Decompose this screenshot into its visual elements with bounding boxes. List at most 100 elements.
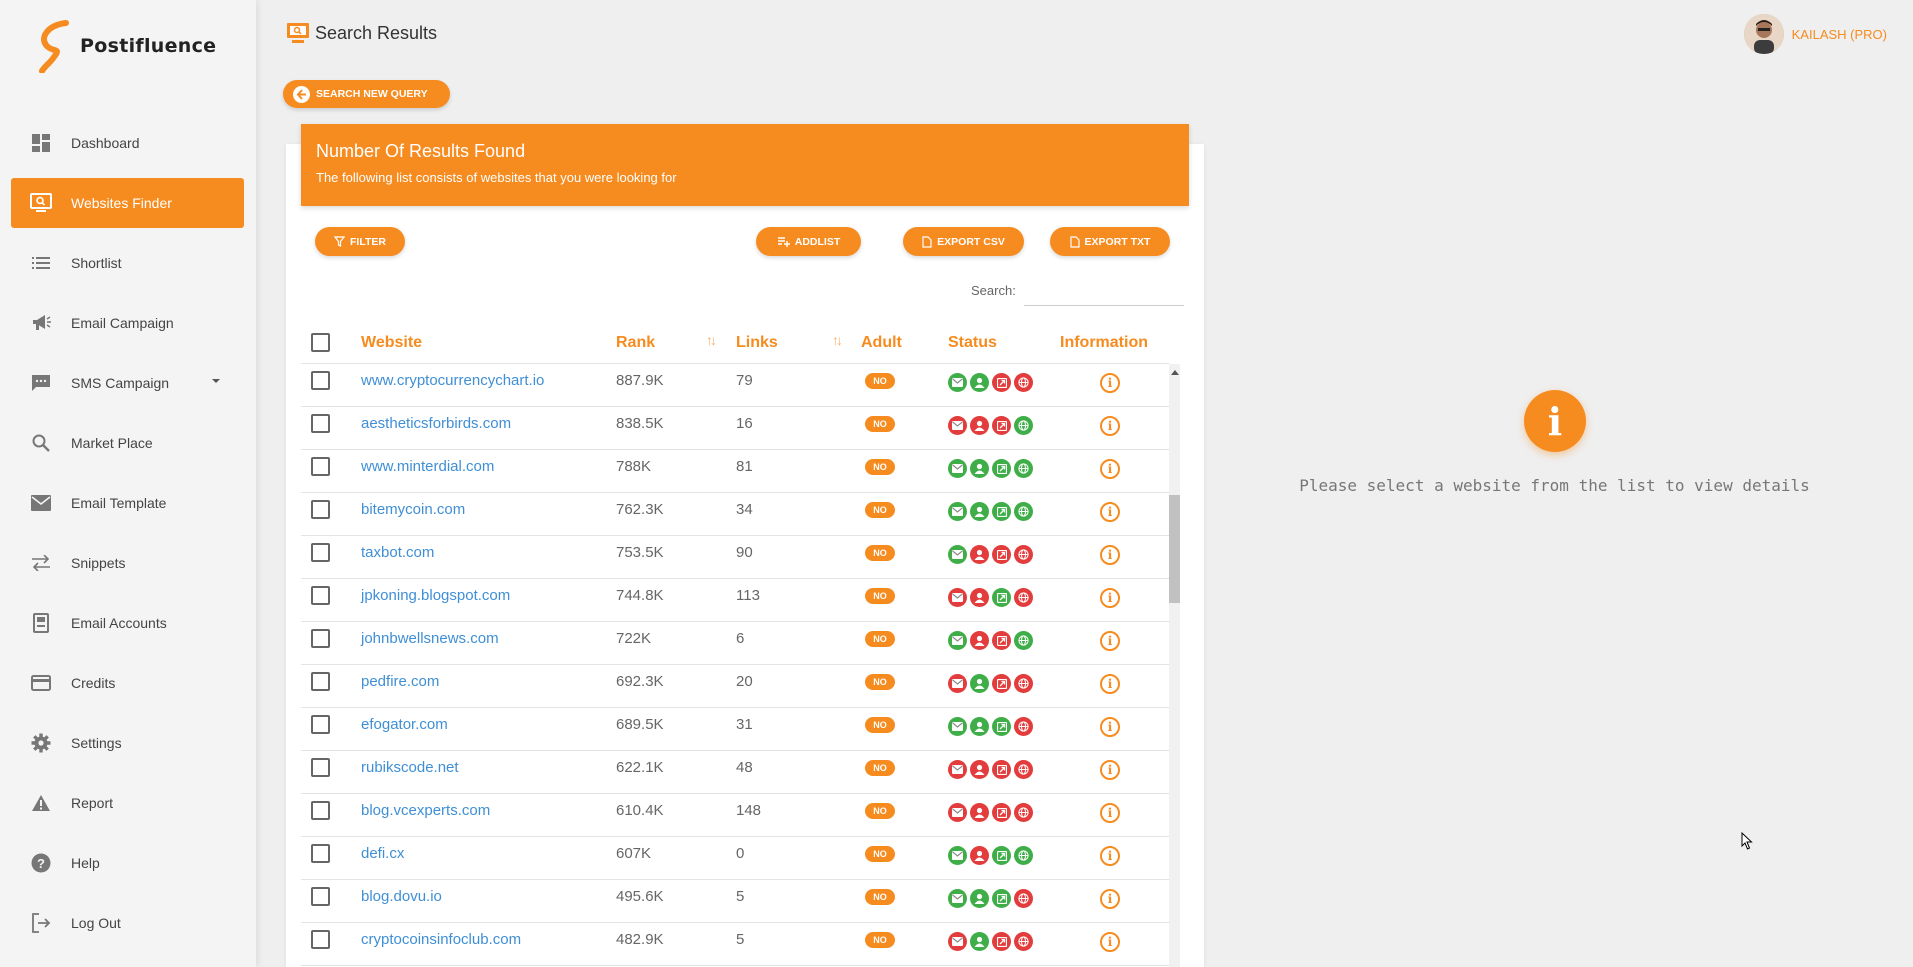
filter-icon — [334, 236, 346, 247]
sidebar-item-settings[interactable]: Settings — [0, 713, 256, 773]
table-row[interactable]: blog.vcexperts.com 610.4K 148 NO i — [301, 794, 1169, 837]
swap-icon — [30, 552, 52, 574]
column-header-links[interactable]: Links — [736, 334, 778, 352]
table-row[interactable]: pedfire.com 692.3K 20 NO i — [301, 665, 1169, 708]
table-row[interactable]: rubikscode.net 622.1K 48 NO i — [301, 751, 1169, 794]
website-link[interactable]: aestheticsforbirds.com — [361, 415, 511, 432]
info-icon[interactable]: i — [1100, 416, 1120, 436]
website-link[interactable]: defi.cx — [361, 845, 404, 862]
email-status-icon — [948, 631, 967, 650]
search-input[interactable] — [1024, 276, 1184, 306]
row-checkbox[interactable] — [311, 543, 330, 562]
table-row[interactable]: www.minterdial.com 788K 81 NO i — [301, 450, 1169, 493]
sidebar-item-email-accounts[interactable]: Email Accounts — [0, 593, 256, 653]
info-icon[interactable]: i — [1100, 760, 1120, 780]
row-checkbox[interactable] — [311, 844, 330, 863]
banner-title: Number Of Results Found — [316, 141, 526, 161]
row-checkbox[interactable] — [311, 801, 330, 820]
sidebar-item-label: SMS Campaign — [71, 375, 170, 391]
website-link[interactable]: jpkoning.blogspot.com — [361, 587, 510, 604]
row-checkbox[interactable] — [311, 371, 330, 390]
website-link[interactable]: bitemycoin.com — [361, 501, 465, 518]
table-row[interactable]: www.cryptocurrencychart.io 887.9K 79 NO i — [301, 364, 1169, 407]
table-row[interactable]: aestheticsforbirds.com 838.5K 16 NO i — [301, 407, 1169, 450]
info-icon[interactable]: i — [1100, 846, 1120, 866]
sidebar-item-shortlist[interactable]: Shortlist — [0, 233, 256, 293]
info-icon[interactable]: i — [1100, 545, 1120, 565]
website-link[interactable]: johnbwellsnews.com — [361, 630, 499, 647]
info-icon[interactable]: i — [1100, 889, 1120, 909]
adult-badge: NO — [865, 932, 895, 948]
email-status-icon — [948, 803, 967, 822]
table-row[interactable]: blog.dovu.io 495.6K 5 NO i — [301, 880, 1169, 923]
table-row[interactable]: taxbot.com 753.5K 90 NO i — [301, 536, 1169, 579]
app-logo[interactable]: Postifluence — [0, 0, 256, 92]
scroll-up-arrow-icon[interactable] — [1171, 370, 1179, 375]
info-icon[interactable]: i — [1100, 932, 1120, 952]
info-icon[interactable]: i — [1100, 588, 1120, 608]
sidebar-item-label: Email Template — [71, 495, 167, 511]
sidebar-item-email-campaign[interactable]: Email Campaign — [0, 293, 256, 353]
sidebar-item-sms-campaign[interactable]: SMS Campaign — [0, 353, 256, 413]
sidebar-item-dashboard[interactable]: Dashboard — [0, 113, 256, 173]
sidebar-item-report[interactable]: Report — [0, 773, 256, 833]
search-new-query-button[interactable]: SEARCH NEW QUERY — [283, 80, 450, 108]
row-checkbox[interactable] — [311, 672, 330, 691]
table-header: Website Rank ↑↓ Links ↑↓ Adult Status In… — [301, 322, 1169, 364]
warning-icon — [30, 792, 52, 814]
website-link[interactable]: blog.vcexperts.com — [361, 802, 490, 819]
user-menu[interactable]: KAILASH (PRO) — [1743, 14, 1887, 54]
sidebar-item-websites-finder[interactable]: Websites Finder — [11, 178, 244, 228]
website-link[interactable]: cryptocoinsinfoclub.com — [361, 931, 521, 948]
sidebar-item-market-place[interactable]: Market Place — [0, 413, 256, 473]
table-row[interactable]: johnbwellsnews.com 722K 6 NO i — [301, 622, 1169, 665]
row-checkbox[interactable] — [311, 414, 330, 433]
info-icon[interactable]: i — [1100, 674, 1120, 694]
export-txt-button[interactable]: EXPORT TXT — [1050, 227, 1170, 256]
sidebar-item-credits[interactable]: Credits — [0, 653, 256, 713]
sidebar-item-snippets[interactable]: Snippets — [0, 533, 256, 593]
info-icon[interactable]: i — [1100, 631, 1120, 651]
row-checkbox[interactable] — [311, 586, 330, 605]
sidebar-item-log-out[interactable]: Log Out — [0, 893, 256, 953]
website-link[interactable]: blog.dovu.io — [361, 888, 442, 905]
info-icon[interactable]: i — [1100, 373, 1120, 393]
select-all-checkbox[interactable] — [311, 333, 330, 352]
adult-badge: NO — [865, 760, 895, 776]
column-header-website[interactable]: Website — [361, 334, 422, 352]
export-csv-button[interactable]: EXPORT CSV — [903, 227, 1024, 256]
sidebar-item-email-template[interactable]: Email Template — [0, 473, 256, 533]
table-row[interactable]: jpkoning.blogspot.com 744.8K 113 NO i — [301, 579, 1169, 622]
info-icon[interactable]: i — [1100, 717, 1120, 737]
chevron-down-icon[interactable] — [212, 379, 220, 383]
column-header-rank[interactable]: Rank — [616, 334, 655, 352]
website-link[interactable]: efogator.com — [361, 716, 448, 733]
row-checkbox[interactable] — [311, 887, 330, 906]
info-icon[interactable]: i — [1100, 502, 1120, 522]
sort-icon[interactable]: ↑↓ — [832, 332, 843, 348]
scrollbar-thumb[interactable] — [1169, 495, 1180, 603]
row-checkbox[interactable] — [311, 715, 330, 734]
table-row[interactable]: efogator.com 689.5K 31 NO i — [301, 708, 1169, 751]
table-row[interactable]: bitemycoin.com 762.3K 34 NO i — [301, 493, 1169, 536]
website-link[interactable]: rubikscode.net — [361, 759, 459, 776]
filter-button[interactable]: FILTER — [315, 227, 405, 256]
rank-value: 482.9K — [616, 931, 664, 948]
sort-icon[interactable]: ↑↓ — [706, 332, 717, 348]
addlist-button[interactable]: ADDLIST — [756, 227, 861, 256]
row-checkbox[interactable] — [311, 457, 330, 476]
info-icon[interactable]: i — [1100, 803, 1120, 823]
row-checkbox[interactable] — [311, 758, 330, 777]
website-link[interactable]: www.minterdial.com — [361, 458, 494, 475]
sidebar-item-help[interactable]: ? Help — [0, 833, 256, 893]
table-scrollbar[interactable] — [1169, 364, 1180, 967]
row-checkbox[interactable] — [311, 930, 330, 949]
website-link[interactable]: pedfire.com — [361, 673, 439, 690]
row-checkbox[interactable] — [311, 629, 330, 648]
website-link[interactable]: taxbot.com — [361, 544, 434, 561]
info-icon[interactable]: i — [1100, 459, 1120, 479]
table-row[interactable]: cryptocoinsinfoclub.com 482.9K 5 NO i — [301, 923, 1169, 966]
table-row[interactable]: defi.cx 607K 0 NO i — [301, 837, 1169, 880]
row-checkbox[interactable] — [311, 500, 330, 519]
website-link[interactable]: www.cryptocurrencychart.io — [361, 372, 544, 389]
